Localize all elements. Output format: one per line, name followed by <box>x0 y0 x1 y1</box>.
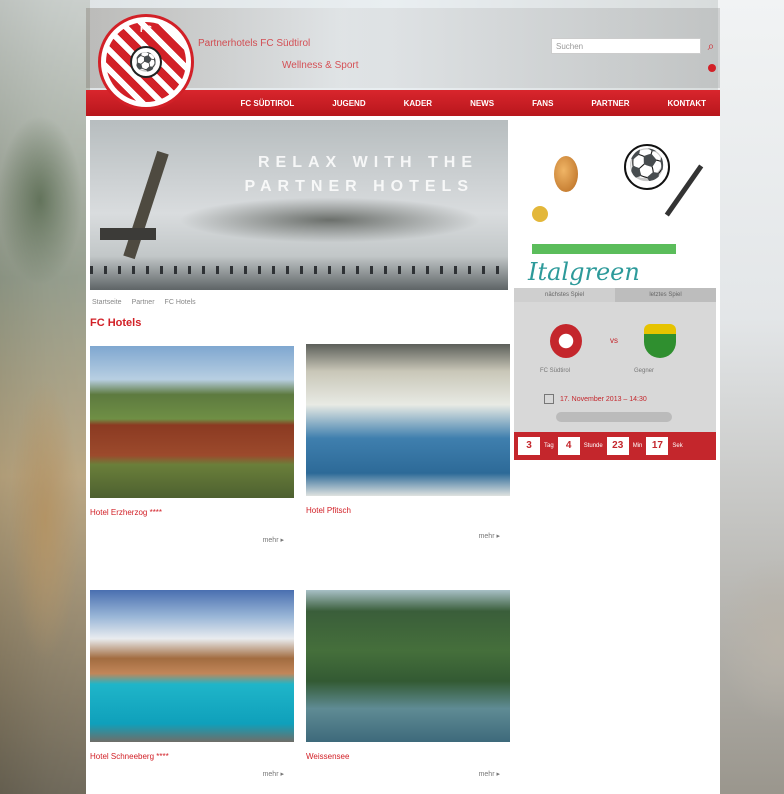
match-widget: nächstes Spiel letztes Spiel vs FC Südti… <box>514 288 716 432</box>
search-input[interactable]: Suchen <box>551 38 701 54</box>
tab-last-match[interactable]: letztes Spiel <box>615 288 716 302</box>
more-link[interactable]: mehr ▸ <box>263 536 284 544</box>
countdown-unit: Stunde <box>583 443 603 449</box>
hotel-image[interactable] <box>306 344 510 496</box>
nav-item-kader[interactable]: KADER <box>404 99 432 108</box>
hotel-card[interactable]: Hotel Pfitsch mehr ▸ <box>306 344 510 540</box>
hotel-title[interactable]: Hotel Schneeberg **** <box>90 752 294 761</box>
club-logo[interactable]: FC ⚽ <box>98 14 194 110</box>
background-left <box>0 0 90 794</box>
hotel-title[interactable]: Weissensee <box>306 752 510 761</box>
rugby-ball-icon <box>554 156 578 192</box>
countdown-unit: Sek <box>672 443 683 449</box>
logo-text: FC <box>140 24 152 34</box>
sponsor-name: Italgreen <box>528 258 640 286</box>
hotel-card[interactable]: Weissensee mehr ▸ <box>306 590 510 778</box>
nav-item-news[interactable]: NEWS <box>470 99 494 108</box>
search-icon[interactable]: ⌕ <box>704 39 718 53</box>
sponsor-banner[interactable]: ⚽ Italgreen <box>514 120 716 288</box>
page-container: FC ⚽ Partnerhotels FC Südtirol Wellness … <box>86 8 720 794</box>
nav-item-partner[interactable]: PARTNER <box>591 99 629 108</box>
hero-banner: RELAX WITH THE PARTNER HOTELS <box>90 120 508 290</box>
countdown: 3 Tag 4 Stunde 23 Min 17 Sek <box>514 432 716 460</box>
match-date-text: 17. November 2013 – 14:30 <box>560 395 647 403</box>
hotel-image[interactable] <box>90 590 294 742</box>
calendar-icon <box>544 394 554 404</box>
versus-label: vs <box>610 336 618 345</box>
more-link[interactable]: mehr ▸ <box>479 770 500 778</box>
pier-image <box>90 266 508 274</box>
nav-item-jugend[interactable]: JUGEND <box>332 99 365 108</box>
nav-item-fans[interactable]: FANS <box>532 99 553 108</box>
breadcrumb-item[interactable]: Startseite <box>92 299 122 306</box>
tab-next-match[interactable]: nächstes Spiel <box>514 288 615 302</box>
hotel-image[interactable] <box>306 590 510 742</box>
home-team-logo <box>550 324 582 358</box>
countdown-hours: 4 <box>557 437 580 455</box>
hero-headline-1: RELAX WITH THE <box>258 154 478 171</box>
match-date: 17. November 2013 – 14:30 <box>544 394 647 404</box>
hotel-card[interactable]: Hotel Erzherzog **** mehr ▸ <box>90 346 294 544</box>
nav-item-fc-suedtirol[interactable]: FC SÜDTIROL <box>240 99 294 108</box>
breadcrumb-item[interactable]: Partner <box>132 299 155 306</box>
match-tabs: nächstes Spiel letztes Spiel <box>514 288 716 302</box>
countdown-minutes: 23 <box>606 437 629 455</box>
breadcrumb: Startseite Partner FC Hotels <box>92 299 196 306</box>
hotel-title[interactable]: Hotel Pfitsch <box>306 506 510 515</box>
social-icon[interactable] <box>708 64 716 72</box>
main-content: RELAX WITH THE PARTNER HOTELS Startseite… <box>86 116 720 794</box>
sponsor-bar <box>532 244 676 254</box>
away-team-name: Gegner <box>634 368 655 374</box>
countdown-unit: Tag <box>544 443 554 449</box>
hotel-card[interactable]: Hotel Schneeberg **** mehr ▸ <box>90 590 294 778</box>
logo-emblem: FC ⚽ <box>106 22 186 102</box>
breadcrumb-item[interactable]: FC Hotels <box>165 299 196 306</box>
countdown-days: 3 <box>518 437 540 455</box>
sidebar: ⚽ Italgreen nächstes Spiel letztes Spiel… <box>514 120 716 460</box>
countdown-unit: Min <box>632 443 643 449</box>
more-link[interactable]: mehr ▸ <box>479 532 500 540</box>
coin-icon <box>532 206 548 222</box>
header-tagline-1: Partnerhotels FC Südtirol <box>198 38 311 49</box>
match-details-button[interactable] <box>556 412 672 422</box>
paintbrush-icon <box>664 164 704 217</box>
beach-hut-image <box>100 228 156 268</box>
background-right <box>718 0 784 794</box>
nav-item-kontakt[interactable]: KONTAKT <box>667 99 706 108</box>
more-link[interactable]: mehr ▸ <box>263 770 284 778</box>
soccer-ball-icon: ⚽ <box>624 144 670 190</box>
hotel-image[interactable] <box>90 346 294 498</box>
home-team-name: FC Südtirol <box>540 368 571 374</box>
away-team-logo <box>644 324 676 358</box>
countdown-seconds: 17 <box>646 437 669 455</box>
header-tagline-2: Wellness & Sport <box>282 60 359 71</box>
page-title: FC Hotels <box>90 317 142 329</box>
hotel-title[interactable]: Hotel Erzherzog **** <box>90 508 294 517</box>
hero-headline-2: PARTNER HOTELS <box>244 178 474 195</box>
soccer-ball-icon: ⚽ <box>130 46 162 78</box>
